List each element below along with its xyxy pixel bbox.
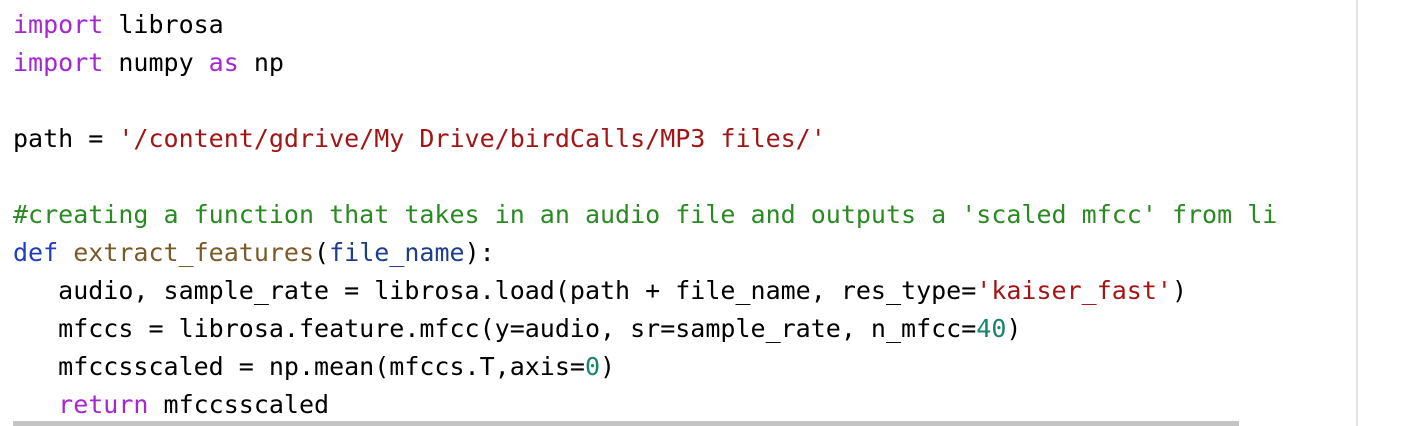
- code-token-comment: #creating a function that takes in an au…: [13, 200, 1278, 229]
- code-line: mfccsscaled = np.mean(mfccs.T,axis=0): [13, 348, 1277, 386]
- code-token-number: 0: [584, 352, 601, 381]
- horizontal-scrollbar-thumb[interactable]: [13, 421, 1239, 426]
- code-token-plain: mfccs = librosa.feature.mfcc(y=audio, sr…: [13, 314, 977, 343]
- code-token-plain: mfccsscaled: [148, 390, 330, 419]
- code-token-keyword: import: [13, 10, 104, 39]
- code-token-plain: mfccsscaled = np.mean(mfccs.T,axis=: [13, 352, 585, 381]
- code-token-def: def: [13, 238, 59, 267]
- code-line: path = '/content/gdrive/My Drive/birdCal…: [13, 120, 1277, 158]
- code-token-plain: np: [238, 48, 284, 77]
- code-token-plain: ): [1171, 276, 1188, 305]
- code-token-plain: audio, sample_rate = librosa.load(path +…: [13, 276, 977, 305]
- code-token-string: '/content/gdrive/My Drive/birdCalls/MP3 …: [118, 124, 826, 153]
- horizontal-scrollbar[interactable]: [0, 421, 1356, 426]
- code-token-plain: (: [314, 238, 330, 267]
- code-token-number: 40: [976, 314, 1007, 343]
- code-area[interactable]: import librosa import numpy as np path = '…: [0, 0, 1356, 426]
- code-token-plain: librosa: [103, 10, 224, 39]
- code-token-plain: ): [1006, 314, 1022, 343]
- code-token-keyword: import: [13, 48, 104, 77]
- code-line: import numpy as np: [13, 44, 1277, 82]
- code-line: import librosa: [13, 6, 1277, 44]
- code-token-string: 'kaiser_fast': [976, 276, 1172, 305]
- code-line: return mfccsscaled: [13, 386, 1277, 424]
- vertical-ruler: [1356, 0, 1358, 426]
- code-lines[interactable]: import librosa import numpy as np path = '…: [13, 6, 1277, 424]
- code-token-keyword: return: [58, 390, 149, 419]
- code-token-plain: ): [600, 352, 616, 381]
- code-token-plain: path =: [13, 124, 119, 153]
- code-token-func: extract_features: [73, 238, 315, 267]
- code-token-param: file_name: [329, 238, 465, 267]
- code-token-plain: numpy: [103, 48, 209, 77]
- code-editor[interactable]: import librosa import numpy as np path = '…: [0, 0, 1424, 426]
- code-line: audio, sample_rate = librosa.load(path +…: [13, 272, 1277, 310]
- code-token-keyword: as: [208, 48, 239, 77]
- code-line: mfccs = librosa.feature.mfcc(y=audio, sr…: [13, 310, 1277, 348]
- code-line: #creating a function that takes in an au…: [13, 196, 1277, 234]
- code-line: def extract_features(file_name):: [13, 234, 1277, 272]
- code-token-plain: ):: [464, 238, 495, 267]
